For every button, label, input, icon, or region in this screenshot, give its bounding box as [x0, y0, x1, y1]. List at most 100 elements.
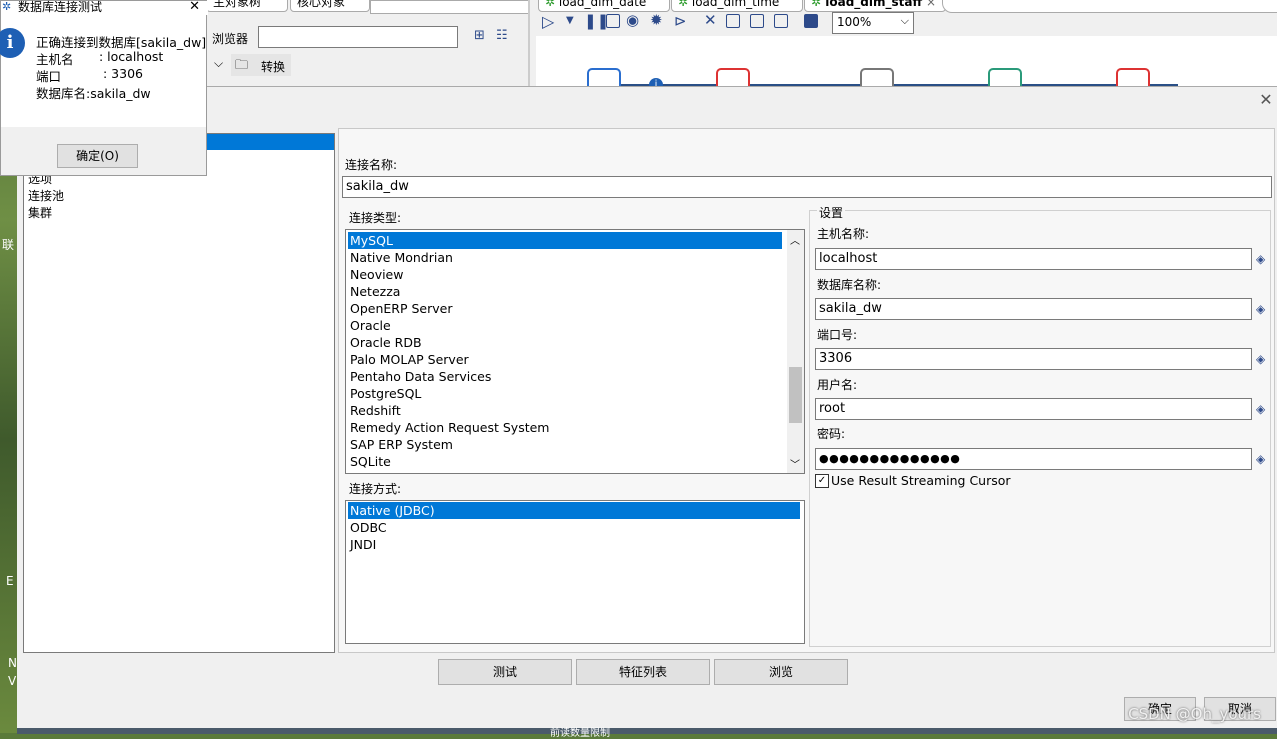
variable-icon[interactable]: ◈ — [1256, 402, 1268, 416]
transform-canvas[interactable] — [536, 36, 1277, 90]
variable-icon[interactable]: ◈ — [1256, 252, 1268, 266]
chevron-down-icon[interactable]: ⌵ — [214, 56, 223, 71]
tab-label: load_dim_time — [691, 0, 780, 9]
message-box-titlebar: ✲ 数据库连接测试 ✕ — [1, 0, 208, 15]
zoom-select[interactable]: 100% ⌵ — [832, 12, 914, 34]
access-method-item[interactable]: Native (JDBC) — [348, 502, 800, 519]
folder-icon: 🗀 — [235, 58, 249, 73]
variable-icon[interactable]: ◈ — [1256, 452, 1268, 466]
tree-item-label: 转换 — [261, 60, 286, 74]
conn-type-item[interactable]: OpenERP Server — [348, 300, 782, 317]
run-icon[interactable]: ▷ — [542, 12, 554, 31]
nav-item-clustering[interactable]: 集群 — [28, 204, 52, 221]
variable-icon[interactable]: ◈ — [1256, 302, 1268, 316]
tab-label: load_dim_date — [558, 0, 647, 9]
browser-label: 浏览器 — [212, 32, 249, 46]
conn-type-item[interactable]: MySQL — [348, 232, 782, 249]
conn-type-item[interactable]: Remedy Action Request System — [348, 419, 782, 436]
password-input[interactable]: ●●●●●●●●●●●●●● — [815, 448, 1252, 470]
conn-type-item[interactable]: Oracle — [348, 317, 782, 334]
close-icon[interactable]: ✕ — [1259, 92, 1273, 108]
username-input[interactable]: root — [815, 398, 1252, 420]
host-value: : localhost — [99, 49, 164, 64]
desktop-text-fragment: V — [8, 674, 17, 688]
transform-icon: ✲ — [545, 0, 559, 9]
watermark: CSDN @Oh_yours — [1128, 705, 1261, 723]
explore-db-icon[interactable] — [774, 14, 788, 28]
conn-name-input[interactable]: sakila_dw — [342, 176, 1272, 198]
conn-type-item[interactable]: SQLite — [348, 453, 782, 470]
conn-type-item[interactable]: Netezza — [348, 283, 782, 300]
tab-label: 核心对象 — [297, 0, 346, 9]
dialog-left-nav: 选项 连接池 集群 — [23, 133, 335, 653]
zoom-value: 100% — [837, 15, 872, 29]
expand-icon[interactable]: ⊞ — [474, 28, 485, 43]
verify-icon[interactable]: ✕ — [704, 11, 717, 29]
desktop-text-fragment: N — [8, 656, 17, 670]
streaming-label: Use Result Streaming Cursor — [831, 473, 1011, 488]
conn-type-item[interactable]: Redshift — [348, 402, 782, 419]
desktop-text-fragment: E — [6, 574, 14, 588]
feature-list-button[interactable]: 特征列表 — [576, 659, 710, 685]
db-name-label: 数据库名称: — [817, 278, 882, 292]
conn-name-label: 连接名称: — [345, 158, 398, 172]
port-value: : 3306 — [103, 66, 143, 81]
close-icon[interactable]: ✕ — [189, 0, 200, 13]
settings-group: 设置 主机名称: localhost ◈ 数据库名称: sakila_dw ◈ … — [809, 204, 1271, 647]
collapse-icon[interactable]: ☷ — [496, 28, 508, 43]
conn-type-item[interactable]: PostgreSQL — [348, 385, 782, 402]
host-label: 主机名称: — [817, 227, 870, 241]
nav-item-pooling[interactable]: 连接池 — [28, 187, 64, 204]
host-input[interactable]: localhost — [815, 248, 1252, 270]
tab-label: 主对象树 — [213, 0, 262, 9]
tab-load-dim-time[interactable]: ✲ load_dim_time — [671, 0, 803, 12]
scroll-thumb[interactable] — [789, 367, 802, 423]
scrollbar[interactable]: ︿ ﹀ — [787, 230, 804, 473]
sql-icon[interactable] — [750, 14, 764, 28]
access-method-list[interactable]: Native (JDBC) ODBC JNDI — [345, 500, 805, 644]
conn-type-item[interactable]: Native Mondrian — [348, 249, 782, 266]
access-method-item[interactable]: ODBC — [348, 519, 800, 536]
ide-header-area — [942, 0, 1277, 13]
ide-divider — [528, 0, 530, 90]
variable-icon[interactable]: ◈ — [1256, 352, 1268, 366]
fit-canvas-icon[interactable] — [804, 14, 818, 28]
password-label: 密码: — [817, 427, 846, 441]
db-name-line: 数据库名:sakila_dw — [36, 86, 151, 101]
test-button[interactable]: 测试 — [438, 659, 572, 685]
conn-type-list[interactable]: MySQL Native Mondrian Neoview Netezza OpenER… — [345, 229, 805, 474]
info-icon: i — [0, 28, 25, 58]
db-name-input[interactable]: sakila_dw — [815, 298, 1252, 320]
stop-icon[interactable] — [606, 14, 620, 28]
port-input[interactable]: 3306 — [815, 348, 1252, 370]
conn-type-item[interactable]: Oracle RDB — [348, 334, 782, 351]
explore-button[interactable]: 浏览 — [714, 659, 848, 685]
conn-type-item[interactable]: Pentaho Data Services — [348, 368, 782, 385]
conn-type-item[interactable]: SAP ERP System — [348, 436, 782, 453]
transform-icon: ✲ — [678, 0, 692, 9]
conn-type-item[interactable]: Neoview — [348, 266, 782, 283]
tab-main-object-tree[interactable]: 主对象树 — [206, 0, 288, 12]
settings-label: 设置 — [817, 204, 846, 221]
streaming-checkbox[interactable]: ✓ — [815, 474, 829, 488]
debug-icon[interactable]: ✹ — [650, 11, 663, 29]
preview-icon[interactable]: ◉ — [626, 11, 639, 29]
replay-icon[interactable]: ⊳ — [674, 12, 687, 30]
tab-load-dim-staff[interactable]: ✲ load_dim_staff × — [804, 0, 946, 12]
scroll-down-icon[interactable]: ﹀ — [790, 456, 800, 471]
tab-core-objects[interactable]: 核心对象 — [290, 0, 370, 12]
username-label: 用户名: — [817, 378, 858, 392]
scroll-up-icon[interactable]: ︿ — [790, 232, 800, 247]
transform-icon: ✲ — [811, 0, 826, 9]
desktop-text-fragment: 联 — [2, 238, 15, 252]
ok-button[interactable]: 确定(O) — [57, 144, 138, 168]
tree-item-transform[interactable]: 🗀 转换 — [231, 54, 291, 76]
conn-type-item[interactable]: Palo MOLAP Server — [348, 351, 782, 368]
impact-icon[interactable] — [726, 14, 740, 28]
ide-tab-strip — [370, 0, 530, 14]
browser-search-input[interactable] — [258, 26, 458, 48]
app-icon: ✲ — [2, 0, 12, 13]
access-method-item[interactable]: JNDI — [348, 536, 800, 553]
dropdown-icon[interactable]: ▼ — [566, 15, 574, 26]
port-label: 端口号: — [817, 328, 858, 342]
